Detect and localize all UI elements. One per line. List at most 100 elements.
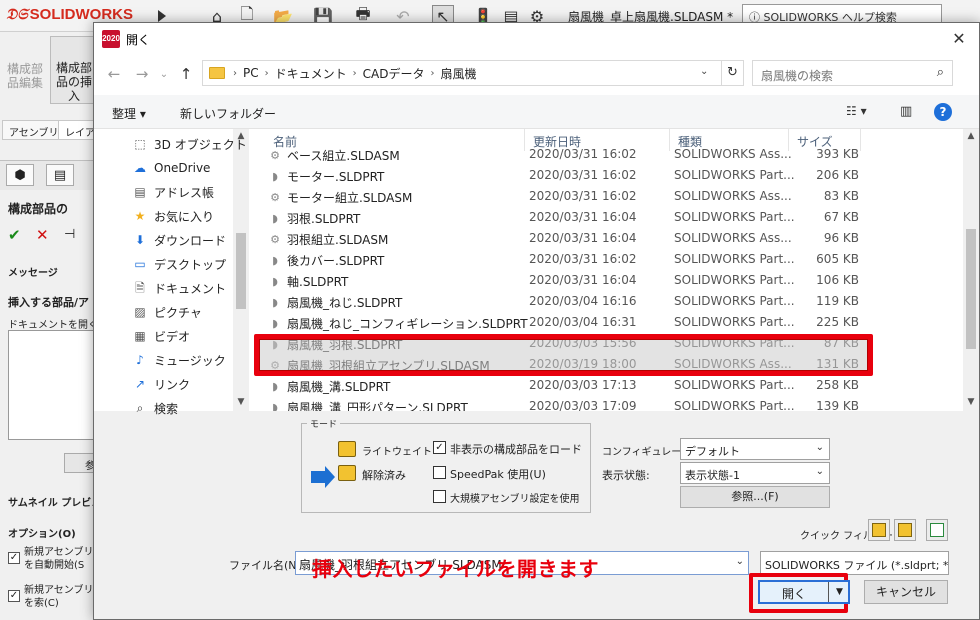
open-button[interactable]: 開く ▼	[758, 580, 850, 604]
resolved-icon[interactable]	[338, 465, 356, 481]
file-row[interactable]: ⚙ 羽根組立.SLDASM 2020/03/31 16:04 SOLIDWORKS A…	[249, 228, 961, 249]
nav-item[interactable]: ▭ デスクトップ	[132, 253, 226, 275]
resolved-label[interactable]: 解除済み	[362, 467, 406, 483]
recent-locations-chevron-icon[interactable]: ⌄	[154, 69, 174, 80]
file-date: 2020/03/31 16:02	[529, 147, 637, 161]
mode-group-label: モード	[307, 417, 341, 430]
address-bar[interactable]: › PC › ドキュメント › CADデータ › 扇風機	[202, 60, 722, 86]
search-icon: ⌕	[936, 65, 944, 80]
view-options-icon[interactable]: ☷ ▾	[846, 104, 867, 118]
solidworks-file-icon: ◗	[272, 211, 278, 225]
cancel-x-icon[interactable]: ✕	[36, 226, 49, 244]
property-manager-icon[interactable]: ▤	[46, 164, 74, 186]
configuration-select[interactable]: デフォルト ⌄	[680, 438, 830, 460]
cancel-button[interactable]: キャンセル	[864, 580, 948, 604]
folder-search-input[interactable]: 扇風機の検索 ⌕	[752, 60, 953, 86]
filter-assemblies-icon[interactable]	[894, 519, 916, 541]
nav-item-label: ビデオ	[154, 329, 191, 344]
breadcrumb-separator-icon: ›	[352, 67, 357, 79]
insert-component-command[interactable]: 構成部品の挿入	[50, 36, 98, 104]
ok-check-icon[interactable]: ✔	[8, 226, 21, 244]
option-search-label: 新規アセンブリを索(C)	[24, 585, 94, 609]
display-state-select[interactable]: 表示状態-1 ⌄	[680, 462, 830, 484]
pm-message-heading: メッセージ	[8, 268, 58, 279]
open-options-chevron-icon[interactable]: ▼	[828, 582, 850, 602]
back-arrow-icon[interactable]: ←	[104, 65, 124, 83]
file-row[interactable]: ◗ 扇風機_溝.SLDPRT 2020/03/03 17:13 SOLIDWORKS …	[249, 375, 961, 396]
preview-pane-icon[interactable]: ▥	[900, 104, 912, 119]
breadcrumb-fan[interactable]: 扇風機	[440, 65, 476, 82]
file-row[interactable]: ◗ 扇風機_ねじ.SLDPRT 2020/03/04 16:16 SOLIDWORKS…	[249, 291, 961, 312]
browse-button[interactable]: 参照...(F)	[680, 486, 830, 508]
file-row[interactable]: ◗ モーター.SLDPRT 2020/03/31 16:02 SOLIDWORKS P…	[249, 165, 961, 186]
file-type: SOLIDWORKS Part...	[674, 252, 795, 266]
mode-arrow-icon	[311, 471, 325, 483]
nav-item[interactable]: ♪ ミュージック	[132, 349, 226, 371]
option-search-checkbox[interactable]: ✓	[8, 590, 20, 602]
solidworks-file-icon: ⚙	[270, 232, 280, 246]
filter-drawings-icon[interactable]	[926, 519, 948, 541]
file-name: 扇風機_ねじ_コンフィギレーション.SLDPRT	[287, 317, 528, 331]
nav-item[interactable]: ☁ OneDrive	[132, 157, 210, 179]
nav-scrollbar-thumb[interactable]	[236, 233, 246, 309]
file-row[interactable]: ◗ 扇風機_溝_円形パターン.SLDPRT 2020/03/03 17:09 SOLI…	[249, 396, 961, 411]
file-row[interactable]: ◗ 扇風機_ねじ_コンフィギレーション.SLDPRT 2020/03/04 16:3…	[249, 312, 961, 333]
breadcrumb-separator-icon: ›	[430, 67, 435, 79]
option-auto-start-checkbox[interactable]: ✓	[8, 552, 20, 564]
file-scrollbar-thumb[interactable]	[966, 229, 976, 349]
nav-item[interactable]: ↗ リンク	[132, 373, 190, 395]
nav-item[interactable]: ⬇ ダウンロード	[132, 229, 226, 251]
nav-scrollbar[interactable]: ▲ ▼	[233, 129, 249, 411]
onedrive-icon: ☁	[134, 161, 146, 175]
breadcrumb-separator-icon: ›	[233, 67, 237, 79]
open-documents-list[interactable]	[8, 330, 96, 440]
file-date: 2020/03/03 17:09	[529, 399, 637, 411]
breadcrumb-documents[interactable]: ドキュメント	[275, 65, 347, 82]
links-icon: ↗	[134, 377, 146, 391]
breadcrumb-cad-data[interactable]: CADデータ	[363, 65, 425, 82]
nav-item[interactable]: ▤ アドレス帳	[132, 181, 214, 203]
file-row[interactable]: ⚙ ベース組立.SLDASM 2020/03/31 16:02 SOLIDWORKS …	[249, 144, 961, 165]
file-size: 96 KB	[823, 231, 859, 245]
file-row[interactable]: ◗ 後カバー.SLDPRT 2020/03/31 16:02 SOLIDWORKS P…	[249, 249, 961, 270]
file-date: 2020/03/04 16:31	[529, 315, 637, 329]
forward-arrow-icon[interactable]: →	[132, 65, 152, 83]
lightweight-label[interactable]: ライトウェイト	[362, 443, 432, 458]
nav-item-label: 検索	[154, 401, 179, 416]
chevron-down-icon[interactable]: ⌄	[736, 556, 744, 567]
load-hidden-checkbox[interactable]: ✓	[433, 441, 446, 454]
file-row[interactable]: ◗ 羽根.SLDPRT 2020/03/31 16:04 SOLIDWORKS Par…	[249, 207, 961, 228]
speedpak-checkbox[interactable]	[433, 466, 446, 479]
lightweight-icon[interactable]	[338, 441, 356, 457]
new-folder-button[interactable]: 新しいフォルダー	[180, 105, 276, 122]
nav-item[interactable]: 🗎 ドキュメント	[132, 277, 226, 299]
filter-parts-icon[interactable]	[868, 519, 890, 541]
breadcrumb-pc[interactable]: PC	[243, 66, 259, 80]
file-row[interactable]: ◗ 軸.SLDPRT 2020/03/31 16:04 SOLIDWORKS Part…	[249, 270, 961, 291]
nav-item[interactable]: ⌕ 検索	[132, 397, 178, 419]
up-arrow-icon[interactable]: ↑	[176, 65, 196, 83]
pushpin-icon[interactable]: ⊣	[64, 227, 75, 242]
file-row[interactable]: ⚙ モーター組立.SLDASM 2020/03/31 16:02 SOLIDWORKS…	[249, 186, 961, 207]
tab-assembly[interactable]: アセンブリ	[2, 120, 66, 140]
dialog-title: 開く	[126, 33, 151, 47]
file-type: SOLIDWORKS Part...	[674, 273, 795, 287]
organize-button[interactable]: 整理 ▾	[112, 105, 146, 122]
option-auto-start-label: 新規アセンブリを自動開始(S	[24, 547, 94, 571]
edit-component-command[interactable]: 構成部品編集	[4, 36, 46, 90]
large-assembly-checkbox[interactable]	[433, 490, 446, 503]
refresh-icon[interactable]: ↻	[722, 60, 744, 86]
nav-item[interactable]: ⬚ 3D オブジェクト	[132, 133, 246, 155]
close-icon[interactable]: ✕	[949, 29, 969, 48]
help-icon[interactable]: ?	[934, 103, 952, 121]
videos-icon: ▦	[134, 329, 146, 343]
feature-manager-icon[interactable]: ⬢	[6, 164, 34, 186]
file-type: SOLIDWORKS Part...	[674, 315, 795, 329]
search-icon: ⌕	[136, 401, 144, 415]
file-scrollbar[interactable]: ▲ ▼	[963, 129, 979, 411]
nav-item[interactable]: ▨ ピクチャ	[132, 301, 202, 323]
nav-item[interactable]: ▦ ビデオ	[132, 325, 190, 347]
file-type-select[interactable]: SOLIDWORKS ファイル (*.sldprt; *.s	[760, 551, 949, 575]
nav-item[interactable]: ★ お気に入り	[132, 205, 214, 227]
address-dropdown-icon[interactable]: ⌄	[700, 66, 708, 77]
